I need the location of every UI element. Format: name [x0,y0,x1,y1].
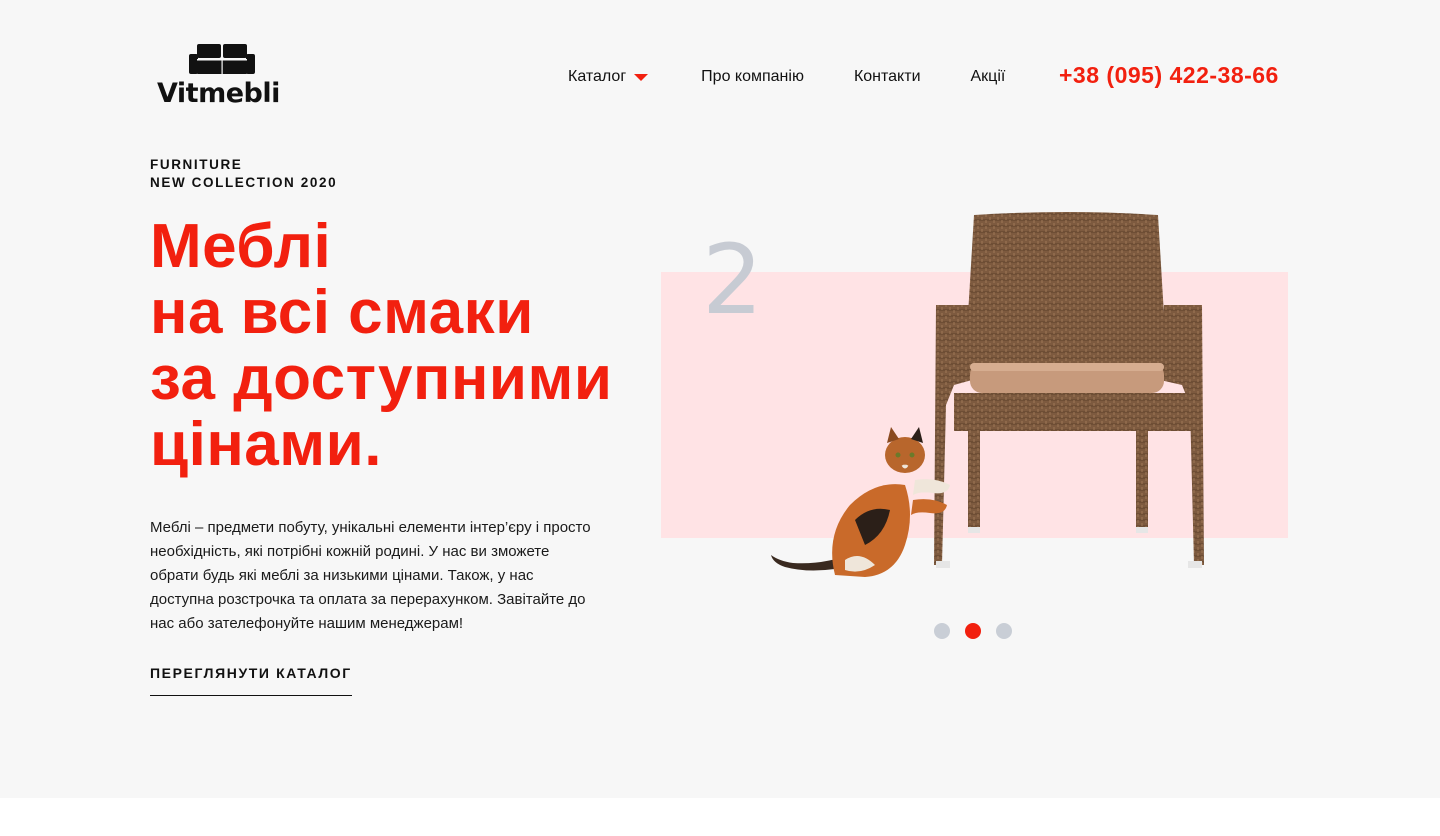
cat-image [771,427,950,577]
nav-catalog[interactable]: Каталог [568,66,649,88]
hero-section: Vitmebli Каталог Про компанію Контакти А… [0,0,1440,798]
nav-contacts[interactable]: Контакти [854,66,921,88]
kicker-line-1: FURNITURE [150,157,243,172]
caret-down-icon[interactable] [634,73,649,81]
nav-catalog-label: Каталог [568,68,627,85]
sofa-icon [189,44,255,74]
hero-description: Меблі – предмети побуту, унікальні елеме… [150,519,591,632]
view-catalog-button[interactable]: ПЕРЕГЛЯНУТИ КАТАЛОГ [150,665,352,696]
hero-kicker: FURNITURE NEW COLLECTION 2020 [150,156,337,192]
slider-dot-1[interactable] [934,623,950,639]
kicker-line-2: NEW COLLECTION 2020 [150,175,338,190]
headline-line-4: цінами. [150,410,382,479]
phone-link[interactable]: +38 (095) 422-38-66 [1059,62,1279,89]
wicker-chair-image [934,212,1204,568]
slider-dot-3[interactable] [996,623,1012,639]
hero-headline: Меблі на всі смаки за доступними цінами. [150,214,620,478]
nav-about[interactable]: Про компанію [701,66,804,88]
main-nav: Каталог Про компанію Контакти Акції [568,66,1005,88]
nav-sales[interactable]: Акції [971,66,1006,88]
slider-dot-2[interactable] [965,623,981,639]
slider-dots [934,623,1027,639]
slide-number: 2 [702,224,764,336]
headline-line-2: на всі смаки [150,278,534,347]
headline-line-1: Меблі [150,212,332,281]
headline-line-3: за доступними [150,344,613,413]
logo-text: Vitmebli [157,78,280,109]
logo[interactable]: Vitmebli [157,42,287,114]
